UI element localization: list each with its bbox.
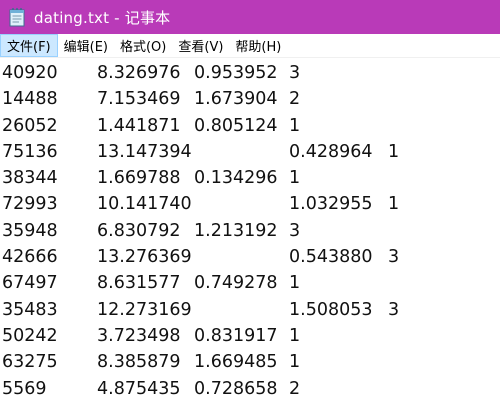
line-field-2: 10.141740 xyxy=(97,194,192,215)
line-field-1: 38344 xyxy=(2,168,58,189)
line-field-4: 3 xyxy=(289,63,301,83)
line-field-2: 1.441871 xyxy=(97,115,181,136)
text-line: 63275 8.385879 1.669485 1 xyxy=(0,352,500,378)
line-field-2: 3.723498 xyxy=(97,325,181,346)
text-line: 35948 6.830792 1.213192 3 xyxy=(0,221,500,247)
line-field-2: 13.276369 xyxy=(97,247,192,268)
menu-help[interactable]: 帮助(H) xyxy=(229,34,287,57)
line-field-5: 3 xyxy=(388,299,400,320)
line-field-1: 72993 xyxy=(2,194,58,215)
line-field-2: 12.273169 xyxy=(97,299,192,320)
text-line: 75136 13.147394 0.428964 1 xyxy=(0,142,500,168)
text-editor-area[interactable]: 40920 8.326976 0.953952 3 14488 7.153469 1.673… xyxy=(0,58,500,403)
line-field-3: 0.134296 xyxy=(194,168,278,189)
line-field-3: 1.669485 xyxy=(194,352,278,373)
text-line: 14488 7.153469 1.673904 2 xyxy=(0,89,500,115)
text-line: 38344 1.669788 0.134296 1 xyxy=(0,168,500,194)
menu-edit[interactable]: 编辑(E) xyxy=(58,34,114,57)
text-line: 5569 4.875435 0.728658 2 xyxy=(0,379,500,403)
line-field-4: 2 xyxy=(289,378,301,399)
line-field-1: 26052 xyxy=(2,115,58,136)
line-field-3: 0.805124 xyxy=(194,115,278,136)
line-field-3: 1.213192 xyxy=(194,220,278,241)
line-field-4: 1 xyxy=(289,273,301,294)
text-line: 72993 10.141740 1.032955 1 xyxy=(0,194,500,220)
text-line: 67497 8.631577 0.749278 1 xyxy=(0,273,500,299)
line-field-1: 42666 xyxy=(2,247,58,268)
notepad-icon xyxy=(8,7,26,27)
line-field-3: 0.831917 xyxy=(194,325,278,346)
line-field-3: 1.673904 xyxy=(194,89,278,110)
line-field-2: 6.830792 xyxy=(97,220,181,241)
window-title: dating.txt - 记事本 xyxy=(34,8,171,27)
text-line: 50242 3.723498 0.831917 1 xyxy=(0,326,500,352)
line-field-1: 67497 xyxy=(2,273,58,294)
line-field-1: 63275 xyxy=(2,352,58,373)
text-line: 35483 12.273169 1.508053 3 xyxy=(0,300,500,326)
text-line: 26052 1.441871 0.805124 1 xyxy=(0,116,500,142)
line-field-2: 7.153469 xyxy=(97,89,181,110)
line-field-5: 1 xyxy=(388,141,400,162)
line-field-2: 1.669788 xyxy=(97,168,181,189)
line-field-2: 8.631577 xyxy=(97,273,181,294)
line-field-3: 0.728658 xyxy=(194,378,278,399)
line-field-2: 8.385879 xyxy=(97,352,181,373)
line-field-4: 0.428964 xyxy=(289,141,373,162)
line-field-4: 3 xyxy=(289,220,301,241)
line-field-4: 1 xyxy=(289,168,301,189)
line-field-3: 0.749278 xyxy=(194,273,278,294)
line-field-4: 1.032955 xyxy=(289,194,373,215)
line-field-4: 1 xyxy=(289,115,301,136)
text-line: 42666 13.276369 0.543880 3 xyxy=(0,247,500,273)
title-bar[interactable]: dating.txt - 记事本 xyxy=(0,0,500,34)
line-field-1: 40920 xyxy=(2,63,58,83)
text-line: 40920 8.326976 0.953952 3 xyxy=(0,63,500,89)
line-field-4: 1 xyxy=(289,325,301,346)
line-field-1: 35948 xyxy=(2,220,58,241)
line-field-2: 8.326976 xyxy=(97,63,181,83)
line-field-2: 4.875435 xyxy=(97,378,181,399)
line-field-2: 13.147394 xyxy=(97,141,192,162)
line-field-4: 1 xyxy=(289,352,301,373)
line-field-1: 75136 xyxy=(2,141,58,162)
menu-bar: 文件(F) 编辑(E) 格式(O) 查看(V) 帮助(H) xyxy=(0,34,500,58)
line-field-1: 14488 xyxy=(2,89,58,110)
menu-format[interactable]: 格式(O) xyxy=(114,34,172,57)
line-field-4: 0.543880 xyxy=(289,247,373,268)
line-field-5: 1 xyxy=(388,194,400,215)
menu-view[interactable]: 查看(V) xyxy=(172,34,229,57)
line-field-1: 35483 xyxy=(2,299,58,320)
line-field-4: 1.508053 xyxy=(289,299,373,320)
menu-file[interactable]: 文件(F) xyxy=(0,34,58,57)
line-field-1: 50242 xyxy=(2,325,58,346)
line-field-4: 2 xyxy=(289,89,301,110)
line-field-1: 5569 xyxy=(2,378,47,399)
notepad-window: dating.txt - 记事本 文件(F) 编辑(E) 格式(O) 查看(V)… xyxy=(0,0,500,403)
line-field-5: 3 xyxy=(388,247,400,268)
line-field-3: 0.953952 xyxy=(194,63,278,83)
